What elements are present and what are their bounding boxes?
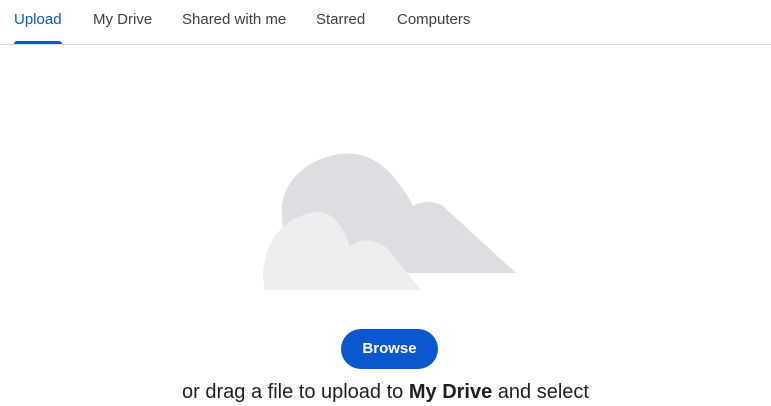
browse-button[interactable]: Browse	[341, 329, 438, 369]
drag-upload-instruction: or drag a file to upload to My Drive and…	[0, 381, 771, 404]
tab-starred[interactable]: Starred	[316, 0, 365, 44]
tab-upload[interactable]: Upload	[14, 0, 62, 44]
cloud-upload-icon	[263, 153, 516, 290]
drag-text-before: or drag a file to upload to	[182, 381, 409, 403]
tab-my-drive[interactable]: My Drive	[93, 0, 152, 44]
tab-shared-with-me[interactable]: Shared with me	[182, 0, 286, 44]
tab-bar: Upload My Drive Shared with me Starred C…	[0, 0, 771, 45]
tab-computers[interactable]: Computers	[397, 0, 470, 44]
drag-text-after: and select	[492, 381, 589, 403]
drag-text-target: My Drive	[408, 381, 493, 403]
